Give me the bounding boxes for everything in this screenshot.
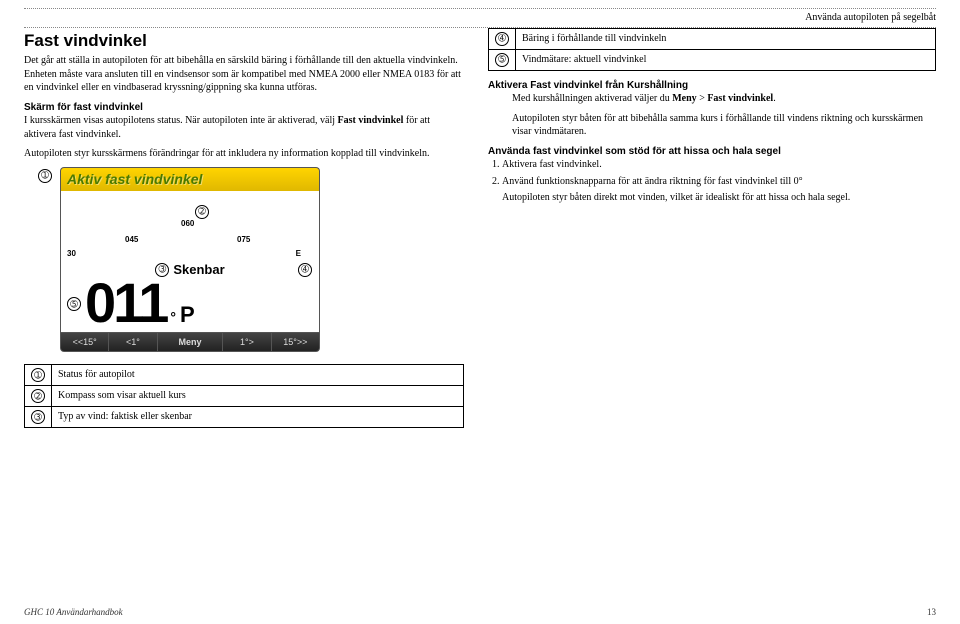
tick-045: 045	[125, 235, 138, 246]
para-skarm: I kursskärmen visas autopilotens status.…	[24, 114, 464, 141]
tick-30: 30	[67, 249, 76, 260]
btn-plus-15[interactable]: 15°>>	[272, 333, 319, 351]
p-indicator: P	[180, 300, 195, 330]
btn-menu[interactable]: Meny	[158, 333, 224, 351]
para-autopilot-styr: Autopiloten styr båten för att bibehålla…	[488, 112, 936, 139]
cell-num: ➄	[489, 49, 516, 70]
callout-table-upper: ➃ Bäring i förhållande till vindvinkeln …	[488, 28, 936, 71]
gauge-area: 045 060 075 30 E ➁	[60, 191, 320, 261]
table-row: ➄ Vindmätare: aktuell vindvinkel	[489, 49, 936, 70]
circled: ➀	[31, 368, 45, 382]
btn-minus-15[interactable]: <<15°	[61, 333, 109, 351]
txt: Använd funktionsknapparna för att ändra …	[502, 176, 803, 187]
footer-page-number: 13	[927, 606, 936, 618]
right-column: ➃ Bäring i förhållande till vindvinkeln …	[488, 28, 936, 437]
txt: Med kurshållningen aktiverad väljer du	[512, 93, 672, 104]
btn-plus-1[interactable]: 1°>	[223, 333, 271, 351]
bearing-value: 011	[85, 278, 166, 328]
bold-fast-vindvinkel: Fast vindvinkel	[338, 115, 404, 126]
cell-text: Kompass som visar aktuell kurs	[52, 386, 464, 407]
table-row: ➂ Typ av vind: faktisk eller skenbar	[25, 407, 464, 428]
subhead-stod: Använda fast vindvinkel som stöd för att…	[488, 145, 936, 159]
txt: .	[773, 93, 776, 104]
cell-text: Status för autopilot	[52, 365, 464, 386]
txt: >	[697, 93, 708, 104]
table-row: ➃ Bäring i förhållande till vindvinkeln	[489, 28, 936, 49]
cell-num: ➀	[25, 365, 52, 386]
table-row: ➀ Status för autopilot	[25, 365, 464, 386]
cell-text: Vindmätare: aktuell vindvinkel	[516, 49, 936, 70]
list-item: Använd funktionsknapparna för att ändra …	[502, 175, 936, 205]
btn-minus-1[interactable]: <1°	[109, 333, 157, 351]
para-styr: Autopiloten styr kursskärmens förändring…	[24, 147, 464, 161]
txt: I kursskärmen visas autopilotens status.…	[24, 115, 338, 126]
device-bottom-bar: <<15° <1° Meny 1°> 15°>>	[60, 333, 320, 352]
callout-table-lower: ➀ Status för autopilot ➁ Kompass som vis…	[24, 364, 464, 428]
para-aktivera: Med kurshållningen aktiverad väljer du M…	[488, 92, 936, 106]
callout-4: ➃	[298, 263, 312, 277]
table-row: ➁ Kompass som visar aktuell kurs	[25, 386, 464, 407]
list-item: Aktivera fast vindvinkel.	[502, 158, 936, 172]
circled-1: ➀	[38, 169, 52, 183]
wind-type-label: Skenbar	[173, 261, 224, 279]
page-footer: GHC 10 Användarhandbok 13	[24, 606, 936, 618]
circled: ➁	[31, 389, 45, 403]
circled-2: ➁	[195, 205, 209, 219]
circled-4: ➃	[298, 263, 312, 277]
device-title-bar: Aktiv fast vindvinkel	[60, 167, 320, 191]
callout-2: ➁	[195, 205, 209, 219]
subhead-aktivera: Aktivera Fast vindvinkel från Kurshållni…	[488, 79, 936, 93]
bearing-row: ➄ 011 ° P	[60, 278, 320, 333]
cell-num: ➁	[25, 386, 52, 407]
cell-num: ➂	[25, 407, 52, 428]
para-intro: Det går att ställa in autopiloten för at…	[24, 54, 464, 95]
circled: ➃	[495, 32, 509, 46]
tick-E: E	[296, 249, 301, 260]
cell-num: ➃	[489, 28, 516, 49]
list-item-para: Autopiloten styr båten direkt mot vinden…	[502, 191, 936, 205]
degree-symbol: °	[170, 308, 176, 327]
circled: ➄	[495, 53, 509, 67]
device-screenshot: ➀ Aktiv fast vindvinkel 045 060 075 30 E…	[60, 167, 320, 352]
tick-075: 075	[237, 235, 250, 246]
circled: ➂	[31, 410, 45, 424]
footer-title: GHC 10 Användarhandbok	[24, 606, 123, 618]
cell-text: Bäring i förhållande till vindvinkeln	[516, 28, 936, 49]
left-column: Fast vindvinkel Det går att ställa in au…	[24, 28, 464, 437]
numbered-list: Aktivera fast vindvinkel. Använd funktio…	[488, 158, 936, 205]
callout-5: ➄	[67, 297, 81, 311]
tick-060: 060	[181, 219, 194, 230]
cell-text: Typ av vind: faktisk eller skenbar	[52, 407, 464, 428]
page-header-right: Använda autopiloten på segelbåt	[24, 8, 936, 25]
callout-1: ➀	[38, 169, 52, 183]
bold-fast-vindvinkel: Fast vindvinkel	[707, 93, 773, 104]
subhead-skarm: Skärm för fast vindvinkel	[24, 101, 464, 115]
h1-fast-vindvinkel: Fast vindvinkel	[24, 30, 464, 53]
bold-meny: Meny	[672, 93, 696, 104]
